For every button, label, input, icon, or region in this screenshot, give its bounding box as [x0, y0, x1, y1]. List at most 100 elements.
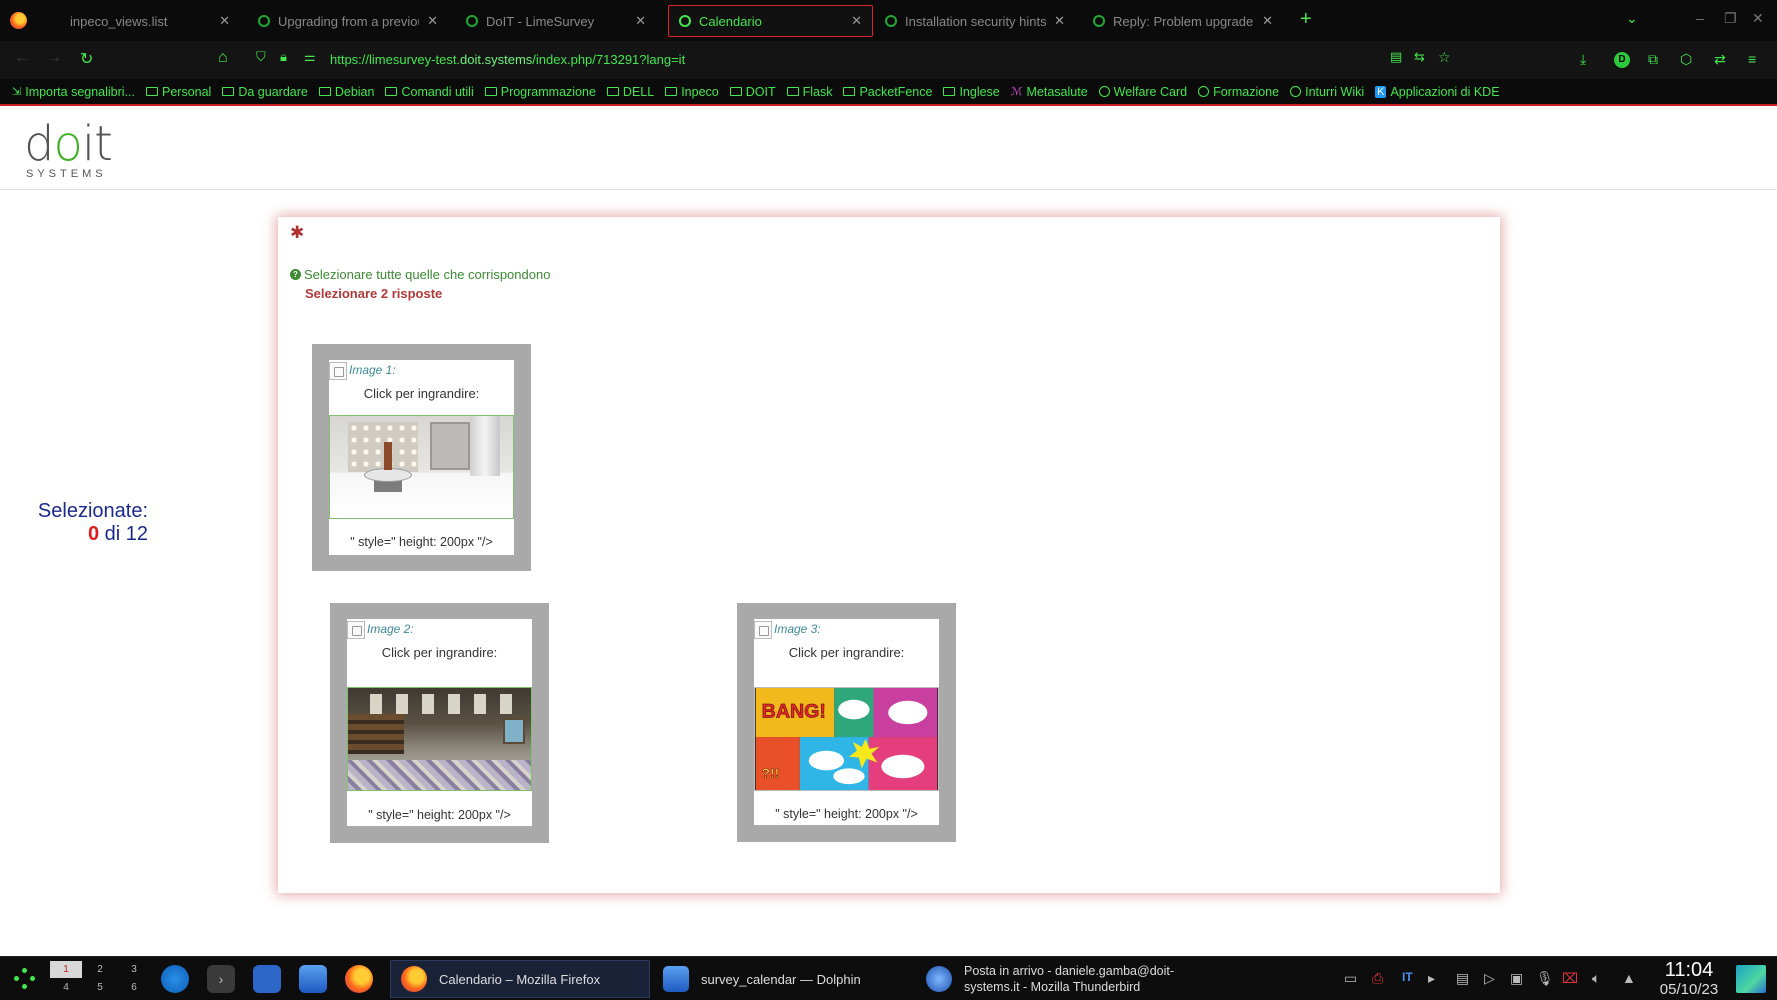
- bookmark-applicazioni-kde[interactable]: K Applicazioni di KDE: [1375, 85, 1500, 99]
- bookmark-folder-da-guardare[interactable]: Da guardare: [222, 85, 308, 99]
- task-thunderbird[interactable]: Posta in arrivo - daniele.gamba@doit-sys…: [916, 960, 1176, 998]
- terminal-tray-icon[interactable]: ▸: [1428, 970, 1435, 987]
- folder-icon: [843, 87, 856, 96]
- bookmark-inturri-wiki[interactable]: Inturri Wiki: [1290, 85, 1364, 99]
- downloads-icon[interactable]: ⤓: [1580, 51, 1586, 68]
- show-desktop-icon[interactable]: [1736, 965, 1766, 993]
- bookmark-star-icon[interactable]: ☆: [1438, 49, 1451, 66]
- desktop-5[interactable]: 5: [84, 979, 116, 996]
- terminal-icon[interactable]: ›: [207, 965, 235, 993]
- close-window-icon[interactable]: ✕: [1752, 10, 1764, 27]
- list-all-tabs-icon[interactable]: ⌄: [1626, 10, 1638, 27]
- close-icon[interactable]: ✕: [219, 13, 230, 29]
- firefox-icon[interactable]: [345, 965, 373, 993]
- close-icon[interactable]: ✕: [1054, 13, 1065, 29]
- image-option-1[interactable]: Image 1: Click per ingrandire: " style="…: [312, 344, 531, 571]
- image-option-3[interactable]: Image 3: Click per ingrandire: BANG! ?!!: [737, 603, 956, 842]
- close-icon[interactable]: ✕: [1262, 13, 1273, 29]
- extensions-icon[interactable]: ⧉: [1648, 51, 1658, 68]
- display-icon[interactable]: ▣: [1510, 970, 1523, 987]
- bookmark-folder-inpeco[interactable]: Inpeco: [665, 85, 719, 99]
- bookmark-folder-debian[interactable]: Debian: [318, 85, 374, 99]
- tray-expand-icon[interactable]: ▲: [1622, 970, 1636, 986]
- reader-view-icon[interactable]: ▤: [1390, 49, 1402, 65]
- desktop-1[interactable]: 1: [50, 961, 82, 978]
- tab-bar: inpeco_views.list ✕ Upgrading from a pre…: [0, 0, 1777, 41]
- clock-date: 05/10/23: [1659, 981, 1719, 998]
- bookmark-folder-personal[interactable]: Personal: [146, 85, 211, 99]
- home-icon[interactable]: ⌂: [218, 49, 228, 67]
- launcher-dot: [22, 968, 27, 973]
- bookmark-folder-dell[interactable]: DELL: [606, 85, 654, 99]
- folder-icon: [729, 87, 742, 96]
- url-suffix: /index.php/713291?lang=it: [532, 52, 686, 67]
- tab-calendario[interactable]: Calendario ✕: [668, 5, 873, 37]
- minimize-icon[interactable]: –: [1696, 10, 1704, 26]
- bookmark-folder-flask[interactable]: Flask: [786, 85, 832, 99]
- lock-icon[interactable]: 🔒︎: [280, 49, 287, 65]
- bookmark-import[interactable]: ⇲ Importa segnalibri...: [12, 85, 135, 99]
- account-avatar[interactable]: D: [1614, 52, 1630, 68]
- url-bar[interactable]: ⛉ 🔒︎ ⚌ https://limesurvey-test.doit.syst…: [256, 46, 1466, 74]
- tab-reply-problem-upgrade[interactable]: Reply: Problem upgrade - ✕: [1083, 5, 1283, 37]
- close-icon[interactable]: ✕: [851, 13, 862, 29]
- volume-icon[interactable]: 🔈︎: [1592, 970, 1600, 987]
- printer-icon[interactable]: ⎙: [1372, 970, 1383, 987]
- image-thumbnail-3[interactable]: BANG! ?!!: [754, 687, 939, 791]
- network-disconnected-icon[interactable]: ⌧: [1562, 970, 1578, 987]
- bookmark-formazione[interactable]: Formazione: [1198, 85, 1279, 99]
- thunderbird-icon[interactable]: [253, 965, 281, 993]
- bookmark-welfare-card[interactable]: Welfare Card: [1098, 85, 1187, 99]
- bookmark-folder-inglese[interactable]: Inglese: [943, 85, 1000, 99]
- virtual-desktop-pager[interactable]: 1 2 3 4 5 6: [50, 961, 150, 997]
- url-text[interactable]: https://limesurvey-test.doit.systems/ind…: [330, 52, 685, 67]
- picture-detail: [430, 422, 470, 470]
- tab-upgrading[interactable]: Upgrading from a previou ✕: [248, 5, 448, 37]
- desktop-2[interactable]: 2: [84, 961, 116, 978]
- keyboard-layout-indicator[interactable]: IT: [1402, 970, 1413, 984]
- back-icon[interactable]: ←: [14, 49, 30, 67]
- desktop-3[interactable]: 3: [118, 961, 150, 978]
- folder-icon: [385, 87, 398, 96]
- folder-icon: [786, 87, 799, 96]
- bookmark-folder-doit[interactable]: DOIT: [729, 85, 776, 99]
- desktop-6[interactable]: 6: [118, 979, 150, 996]
- kde-connect-icon[interactable]: [161, 965, 189, 993]
- task-dolphin[interactable]: survey_calendar — Dolphin: [653, 960, 913, 998]
- new-tab-button[interactable]: +: [1300, 8, 1312, 31]
- task-firefox[interactable]: Calendario – Mozilla Firefox: [390, 960, 650, 998]
- bookmark-folder-packetfence[interactable]: PacketFence: [843, 85, 932, 99]
- close-icon[interactable]: ✕: [635, 13, 646, 29]
- tab-inpeco-views[interactable]: inpeco_views.list ✕: [40, 5, 240, 37]
- dolphin-icon[interactable]: [299, 965, 327, 993]
- vpn-icon[interactable]: ⬡: [1680, 51, 1692, 68]
- clipboard-icon[interactable]: ▤: [1456, 970, 1469, 987]
- media-play-icon[interactable]: ▷: [1484, 970, 1495, 987]
- logo-letter: d: [24, 116, 54, 172]
- application-launcher-icon[interactable]: [12, 966, 38, 992]
- restore-icon[interactable]: ❐: [1724, 10, 1737, 27]
- bookmark-folder-programmazione[interactable]: Programmazione: [484, 85, 596, 99]
- notifications-icon[interactable]: ▭: [1344, 970, 1357, 987]
- bookmark-metasalute[interactable]: ℳ Metasalute: [1011, 85, 1088, 99]
- shield-icon[interactable]: ⛉: [256, 49, 266, 65]
- image-thumbnail-1[interactable]: [329, 415, 514, 519]
- image-option-2[interactable]: Image 2: Click per ingrandire: " style="…: [330, 603, 549, 843]
- translate-icon[interactable]: ⇆: [1414, 49, 1425, 65]
- menu-icon[interactable]: ≡: [1748, 51, 1756, 67]
- bookmark-label: Formazione: [1213, 84, 1280, 99]
- desktop-4[interactable]: 4: [50, 979, 82, 996]
- firefox-menu-icon[interactable]: [10, 12, 27, 29]
- tab-installation-security[interactable]: Installation security hints ✕: [875, 5, 1075, 37]
- bookmark-folder-comandi-utili[interactable]: Comandi utili: [385, 85, 474, 99]
- forward-icon[interactable]: →: [46, 49, 62, 67]
- permissions-icon[interactable]: ⚌: [304, 49, 316, 65]
- reload-icon[interactable]: ↻: [80, 49, 93, 69]
- translator-icon[interactable]: ⇄: [1714, 51, 1726, 68]
- doit-systems-logo[interactable]: doit SYSTEMS: [24, 120, 113, 180]
- image-thumbnail-2[interactable]: [347, 687, 532, 791]
- close-icon[interactable]: ✕: [427, 13, 438, 29]
- clock[interactable]: 11:04 05/10/23: [1644, 959, 1734, 999]
- microphone-icon[interactable]: 🎙︎: [1536, 970, 1554, 987]
- tab-doit-limesurvey[interactable]: DoIT - LimeSurvey ✕: [456, 5, 656, 37]
